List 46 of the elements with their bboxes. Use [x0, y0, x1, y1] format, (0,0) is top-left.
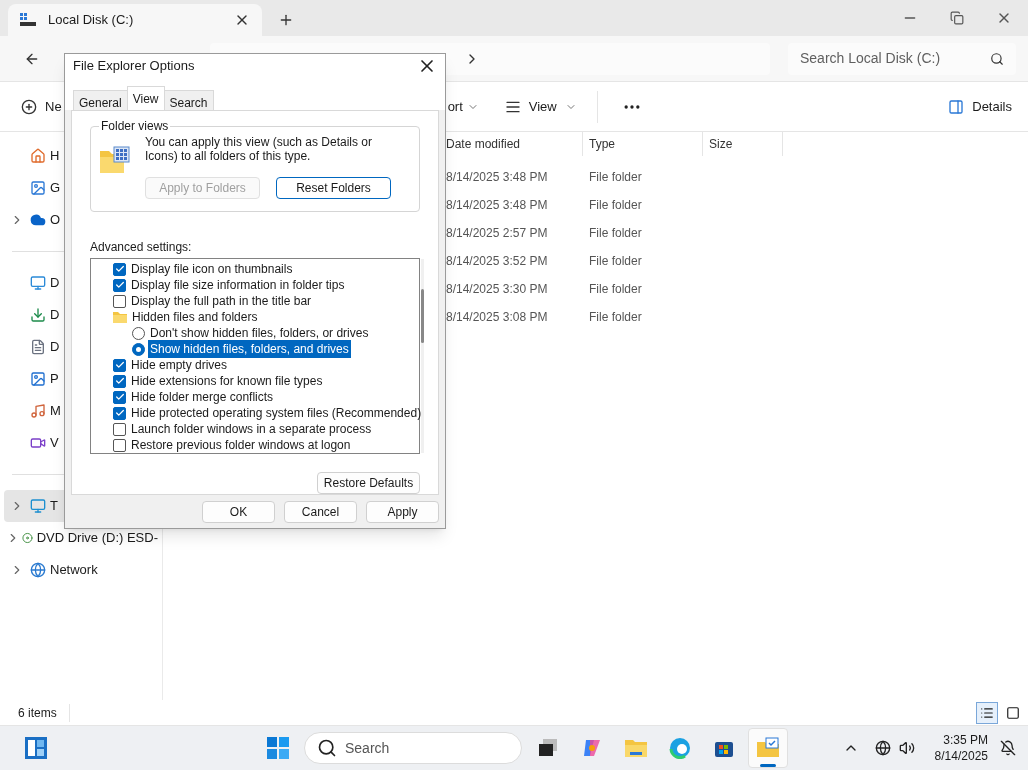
folder-views-description: You can apply this view (such as Details or Icons) to all folders of this type. [145, 135, 373, 163]
setting-label: Hide protected operating system files (Recommended) [131, 405, 422, 422]
setting-label: Display file size information in folder tips [131, 277, 345, 294]
sidebar-label: D [50, 306, 60, 325]
search-placeholder: Search [345, 738, 390, 758]
setting-label: Display the full path in the title bar [131, 293, 312, 310]
date-cell-text: 8/14/2025 3:30 PM [446, 281, 549, 298]
advanced-settings-label: Advanced settings: [90, 239, 193, 256]
type-cell-text: File folder [589, 225, 642, 242]
sidebar-label: O [50, 211, 61, 230]
sidebar-label: G [50, 179, 61, 198]
sidebar-label: P [50, 370, 59, 389]
type-cell-text: File folder [589, 281, 642, 298]
setting-label: Hide folder merge conflicts [131, 389, 274, 406]
date-cell-text: 8/14/2025 2:57 PM [446, 225, 549, 242]
search-placeholder: Search Local Disk (C:) [800, 49, 942, 68]
type-cell-text: File folder [589, 197, 642, 214]
setting-label: Hidden files and folders [132, 309, 258, 326]
date-cell-text: 8/14/2025 3:52 PM [446, 253, 549, 270]
time-text: 3:35 PM [943, 732, 988, 748]
setting-label: Hide extensions for known file types [131, 373, 323, 390]
setting-label: Restore previous folder windows at logon [131, 437, 351, 454]
setting-label: Show hidden files, folders, and drives [148, 340, 351, 358]
date-text: 8/14/2025 [934, 748, 988, 764]
date-cell-text: 8/14/2025 3:48 PM [446, 197, 549, 214]
sidebar-label: D [50, 338, 60, 357]
sidebar-label: D [50, 274, 60, 293]
group-legend: Folder views [99, 117, 171, 135]
sidebar-label: DVD Drive (D:) ESD- [36, 529, 158, 548]
dialog-title: File Explorer Options [73, 57, 196, 76]
type-cell-text: File folder [589, 309, 642, 326]
date-cell-text: 8/14/2025 3:08 PM [446, 309, 549, 326]
sidebar-label: Network [50, 561, 98, 580]
sidebar-label: M [50, 402, 61, 421]
setting-label: Display file icon on thumbnails [131, 261, 293, 278]
item-count: 6 items [0, 703, 70, 722]
setting-label: Launch folder windows in a separate process [131, 421, 372, 438]
setting-label: Hide empty drives [131, 357, 228, 374]
sidebar-label: T [50, 497, 58, 516]
type-cell-text: File folder [589, 253, 642, 270]
setting-label: Don't show hidden files, folders, or drives [150, 325, 369, 342]
tab-title: Local Disk (C:) [48, 11, 135, 30]
date-cell-text: 8/14/2025 3:48 PM [446, 169, 549, 186]
sidebar-label: V [50, 434, 59, 453]
sidebar-label: H [50, 147, 60, 166]
type-cell-text: File folder [589, 169, 642, 186]
